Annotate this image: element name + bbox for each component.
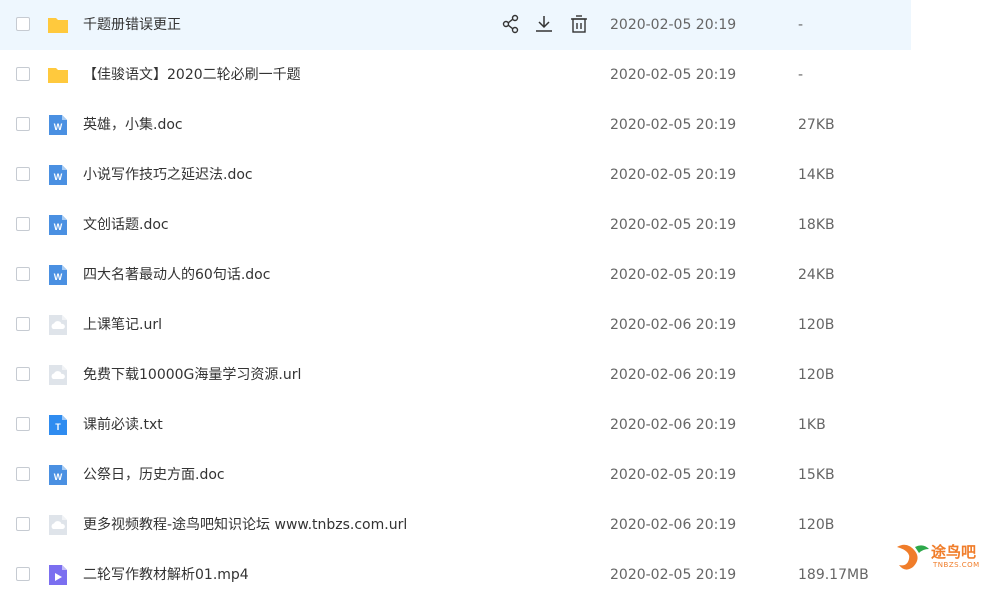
file-date: 2020-02-06 20:19 [610,517,737,533]
file-name[interactable]: 课前必读.txt [83,400,163,450]
file-row[interactable]: W 英雄，小集.doc 2020-02-05 20:19 27KB [0,100,911,150]
file-size: - [798,17,804,33]
file-name[interactable]: 小说写作技巧之延迟法.doc [83,150,253,200]
share-icon[interactable] [500,13,522,35]
file-row[interactable]: 千题册错误更正 2020-02-05 20:19 - [0,0,911,50]
watermark-logo: 途鸟吧 TNBZS.COM [893,539,989,573]
text-file-icon: T [47,414,69,436]
row-checkbox[interactable] [16,267,30,281]
file-size: 18KB [798,217,835,233]
file-name[interactable]: 二轮写作教材解析01.mp4 [83,550,249,600]
file-size: - [798,67,804,83]
file-size: 14KB [798,167,835,183]
file-size: 24KB [798,267,835,283]
file-name[interactable]: 免费下载10000G海量学习资源.url [83,350,301,400]
svg-text:W: W [54,472,63,482]
watermark-subtext: TNBZS.COM [933,561,980,569]
file-name[interactable]: 上课笔记.url [83,300,162,350]
url-link-icon [47,314,69,336]
row-checkbox[interactable] [16,467,30,481]
file-date: 2020-02-06 20:19 [610,367,737,383]
file-size: 1KB [798,417,826,433]
file-size: 120B [798,367,835,383]
svg-text:W: W [54,122,63,132]
row-checkbox[interactable] [16,317,30,331]
folder-icon [47,14,69,36]
delete-icon[interactable] [568,13,590,35]
row-checkbox[interactable] [16,117,30,131]
word-doc-icon: W [47,114,69,136]
file-name[interactable]: 文创话题.doc [83,200,169,250]
file-row[interactable]: W 公祭日，历史方面.doc 2020-02-05 20:19 15KB [0,450,911,500]
file-row[interactable]: 上课笔记.url 2020-02-06 20:19 120B [0,300,911,350]
word-doc-icon: W [47,164,69,186]
file-row[interactable]: 二轮写作教材解析01.mp4 2020-02-05 20:19 189.17MB [0,550,911,600]
row-checkbox[interactable] [16,567,30,581]
download-icon[interactable] [533,13,555,35]
file-row[interactable]: W 文创话题.doc 2020-02-05 20:19 18KB [0,200,911,250]
svg-text:W: W [54,172,63,182]
file-date: 2020-02-05 20:19 [610,167,737,183]
file-date: 2020-02-06 20:19 [610,317,737,333]
row-checkbox[interactable] [16,167,30,181]
file-date: 2020-02-06 20:19 [610,417,737,433]
svg-text:W: W [54,222,63,232]
file-name[interactable]: 四大名著最动人的60句话.doc [83,250,270,300]
url-link-icon [47,514,69,536]
file-row[interactable]: W 四大名著最动人的60句话.doc 2020-02-05 20:19 24KB [0,250,911,300]
word-doc-icon: W [47,214,69,236]
file-size: 120B [798,317,835,333]
file-row[interactable]: 更多视频教程-途鸟吧知识论坛 www.tnbzs.com.url 2020-02… [0,500,911,550]
file-row[interactable]: 【佳骏语文】2020二轮必刷一千题 2020-02-05 20:19 - [0,50,911,100]
file-date: 2020-02-05 20:19 [610,267,737,283]
file-row[interactable]: 免费下载10000G海量学习资源.url 2020-02-06 20:19 12… [0,350,911,400]
folder-icon [47,64,69,86]
row-checkbox[interactable] [16,417,30,431]
file-date: 2020-02-05 20:19 [610,17,737,33]
row-checkbox[interactable] [16,517,30,531]
file-date: 2020-02-05 20:19 [610,467,737,483]
file-row[interactable]: W 小说写作技巧之延迟法.doc 2020-02-05 20:19 14KB [0,150,911,200]
file-name[interactable]: 公祭日，历史方面.doc [83,450,225,500]
file-date: 2020-02-05 20:19 [610,567,737,583]
svg-text:T: T [55,422,61,432]
row-checkbox[interactable] [16,67,30,81]
row-checkbox[interactable] [16,367,30,381]
svg-text:W: W [54,272,63,282]
video-file-icon [47,564,69,586]
url-link-icon [47,364,69,386]
bird-logo-icon [897,544,929,570]
file-size: 27KB [798,117,835,133]
row-checkbox[interactable] [16,17,30,31]
file-date: 2020-02-05 20:19 [610,217,737,233]
file-row[interactable]: T 课前必读.txt 2020-02-06 20:19 1KB [0,400,911,450]
file-date: 2020-02-05 20:19 [610,67,737,83]
row-checkbox[interactable] [16,217,30,231]
file-name[interactable]: 更多视频教程-途鸟吧知识论坛 www.tnbzs.com.url [83,500,407,550]
word-doc-icon: W [47,464,69,486]
file-date: 2020-02-05 20:19 [610,117,737,133]
file-name[interactable]: 千题册错误更正 [83,0,181,50]
file-size: 189.17MB [798,567,869,583]
file-size: 15KB [798,467,835,483]
file-size: 120B [798,517,835,533]
file-name[interactable]: 【佳骏语文】2020二轮必刷一千题 [83,50,301,100]
file-name[interactable]: 英雄，小集.doc [83,100,183,150]
word-doc-icon: W [47,264,69,286]
watermark-text: 途鸟吧 [931,543,977,561]
